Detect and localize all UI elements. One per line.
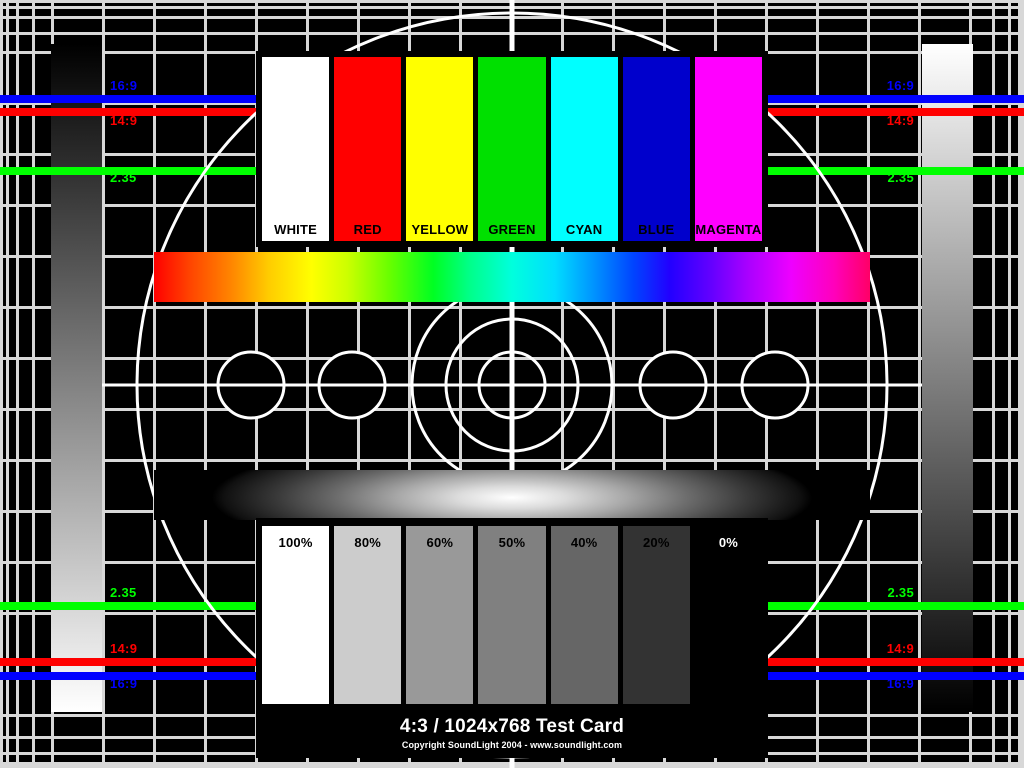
- gray-step-label: 50%: [498, 535, 526, 550]
- gray-step-label: 0%: [718, 535, 739, 550]
- page-title: 4:3 / 1024x768 Test Card: [399, 716, 625, 737]
- copyright-text: Copyright SoundLight 2004 - www.soundlig…: [401, 740, 623, 750]
- gray-step-label: 100%: [278, 535, 313, 550]
- color-bars: WHITE RED YELLOW GREEN CYAN BLUE MAGENTA: [256, 51, 768, 247]
- grayscale-steps: 100% 80% 60% 50% 40% 20% 0%: [256, 518, 768, 712]
- color-bar-green: GREEN: [478, 57, 546, 241]
- color-bar-yellow: YELLOW: [406, 57, 474, 241]
- gray-step-50pct: 50%: [478, 526, 546, 704]
- gray-step-label: 60%: [426, 535, 454, 550]
- gray-step-label: 20%: [642, 535, 670, 550]
- color-bar-label: CYAN: [565, 222, 603, 237]
- color-bar-white: WHITE: [262, 57, 330, 241]
- color-bar-label: RED: [353, 222, 382, 237]
- gray-step-label: 40%: [570, 535, 598, 550]
- gray-step-20pct: 20%: [622, 526, 690, 704]
- gray-step-80pct: 80%: [334, 526, 402, 704]
- color-bar-label: YELLOW: [411, 222, 469, 237]
- hue-gradient-bar: [154, 252, 870, 302]
- gray-step-0pct: 0%: [694, 526, 762, 704]
- gray-step-40pct: 40%: [550, 526, 618, 704]
- gray-step-100pct: 100%: [262, 526, 330, 704]
- color-bar-label: WHITE: [274, 222, 318, 237]
- color-bar-label: BLUE: [638, 222, 675, 237]
- color-bar-red: RED: [334, 57, 402, 241]
- title-block: 4:3 / 1024x768 Test Card Copyright Sound…: [256, 712, 768, 758]
- gray-band-wrapper: [154, 470, 870, 520]
- color-bar-magenta: MAGENTA: [694, 57, 762, 241]
- color-bar-blue: BLUE: [622, 57, 690, 241]
- radial-gray-band: [154, 470, 870, 520]
- gray-step-label: 80%: [354, 535, 382, 550]
- color-bar-cyan: CYAN: [550, 57, 618, 241]
- color-bar-label: MAGENTA: [695, 222, 762, 237]
- test-card: 16:9 14:9 2.35 16:9 14:9 2.35 2.35 14:9 16:9 2.35…: [0, 0, 1024, 768]
- gray-step-60pct: 60%: [406, 526, 474, 704]
- color-bar-label: GREEN: [488, 222, 536, 237]
